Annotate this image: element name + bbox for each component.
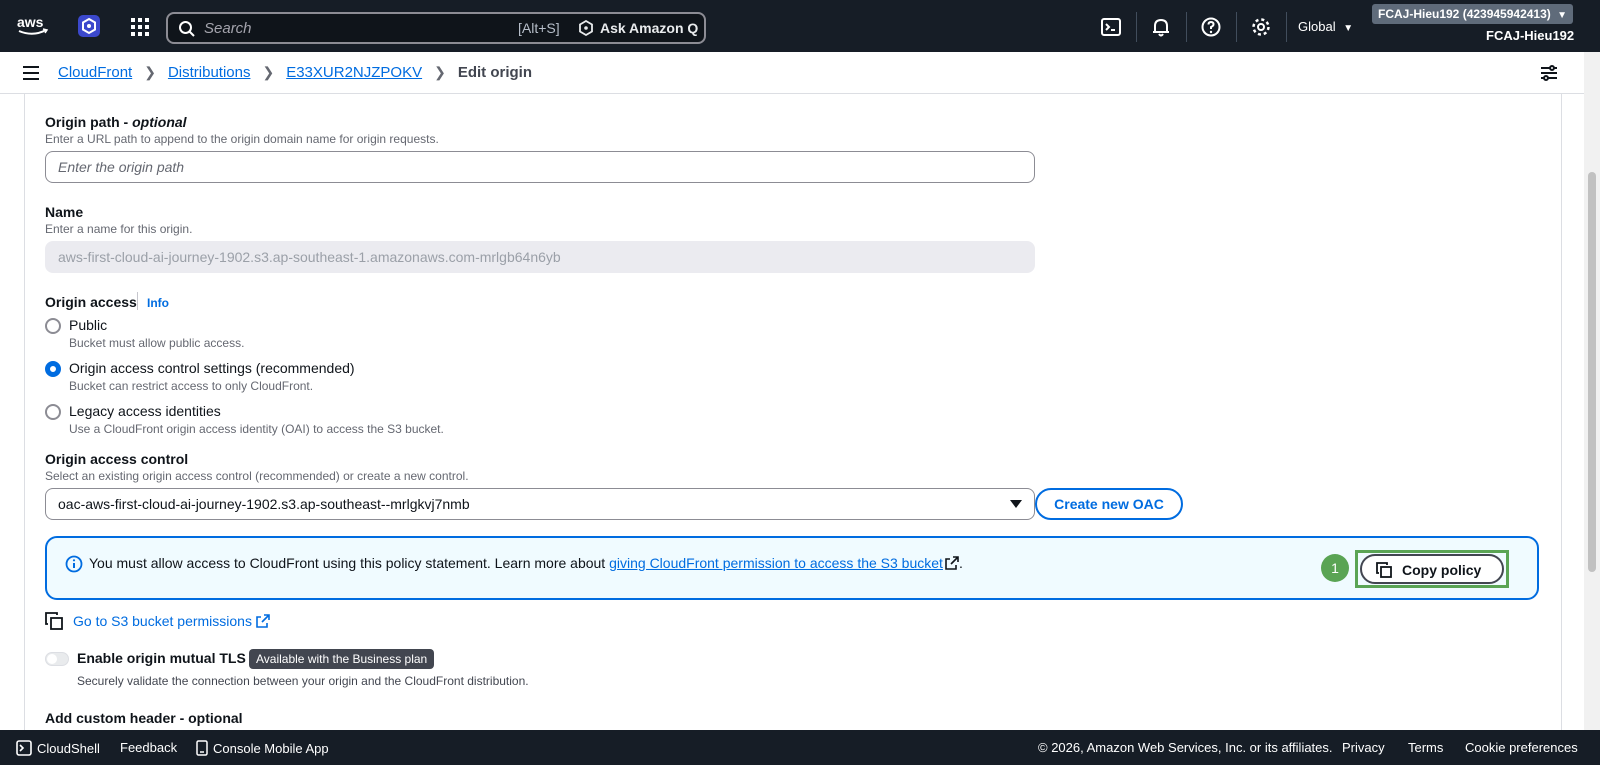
- go-to-s3-permissions-link[interactable]: Go to S3 bucket permissions: [45, 612, 270, 630]
- tools-panel-toggle-icon[interactable]: [1540, 64, 1558, 82]
- search-shortcut: [Alt+S]: [518, 20, 560, 36]
- policy-alert-text: You must allow access to CloudFront usin…: [89, 555, 610, 571]
- caret-down-icon: ▼: [1557, 10, 1568, 21]
- custom-header-label: Add custom header - optional: [45, 710, 243, 726]
- chevron-right-icon: ❯: [262, 64, 275, 80]
- services-grid-icon[interactable]: [130, 17, 150, 37]
- search-input[interactable]: Search [Alt+S] Ask Amazon Q: [166, 12, 706, 44]
- region-selector[interactable]: Global ▼: [1298, 19, 1353, 34]
- cloudshell-icon[interactable]: [1100, 16, 1122, 38]
- external-link-icon: [256, 614, 270, 628]
- breadcrumb-distributions[interactable]: Distributions: [168, 64, 251, 81]
- notifications-bell-icon[interactable]: [1150, 16, 1172, 38]
- radio-origin-access-control-label: Origin access control settings (recommen…: [69, 360, 355, 376]
- region-label: Global: [1298, 19, 1336, 34]
- radio-legacy-access-identities-description: Use a CloudFront origin access identity …: [69, 422, 444, 436]
- origin-mtls-toggle[interactable]: [45, 652, 69, 666]
- cloudshell-icon: [16, 740, 32, 756]
- create-new-oac-button[interactable]: Create new OAC: [1035, 488, 1183, 520]
- amazon-q-logo-icon[interactable]: [78, 15, 100, 37]
- divider: [1286, 12, 1287, 42]
- copy-icon: [1376, 562, 1392, 578]
- breadcrumb-current: Edit origin: [457, 64, 532, 81]
- search-placeholder: Search: [204, 20, 252, 37]
- svg-text:aws: aws: [17, 14, 44, 30]
- breadcrumb: CloudFront ❯ Distributions ❯ E33XUR2NJZP…: [58, 64, 532, 81]
- chevron-right-icon: ❯: [434, 64, 446, 80]
- divider: [1136, 12, 1137, 42]
- origin-access-control-value: oac-aws-first-cloud-ai-journey-1902.s3.a…: [58, 496, 470, 512]
- ask-amazon-q-label: Ask Amazon Q: [600, 20, 699, 36]
- divider: [137, 292, 138, 310]
- origin-path-description: Enter a URL path to append to the origin…: [45, 132, 439, 146]
- amazon-q-icon: [579, 20, 593, 36]
- ask-amazon-q-button[interactable]: Ask Amazon Q: [578, 20, 698, 36]
- origin-path-label: Origin path - optional: [45, 114, 187, 130]
- menu-icon[interactable]: [22, 65, 40, 81]
- caret-down-icon: ▼: [1343, 23, 1354, 34]
- origin-access-control-select[interactable]: oac-aws-first-cloud-ai-journey-1902.s3.a…: [45, 488, 1035, 520]
- cloudfront-permission-link[interactable]: giving CloudFront permission to access t…: [609, 555, 943, 571]
- external-link-icon: [945, 556, 959, 570]
- divider: [1236, 12, 1237, 42]
- help-icon[interactable]: [1200, 16, 1222, 38]
- top-navigation: aws Search [Alt+S] Ask Amazon Q Global ▼…: [0, 0, 1600, 52]
- breadcrumb-cloudfront[interactable]: CloudFront: [58, 64, 132, 81]
- footer: CloudShell Feedback Console Mobile App ©…: [0, 730, 1600, 765]
- account-user-name: FCAJ-Hieu192: [1486, 28, 1575, 43]
- name-input: aws-first-cloud-ai-journey-1902.s3.ap-so…: [45, 241, 1035, 273]
- radio-public-description: Bucket must allow public access.: [69, 336, 245, 350]
- copy-policy-button[interactable]: Copy policy: [1360, 554, 1504, 584]
- origin-mtls-label: Enable origin mutual TLS: [77, 650, 246, 666]
- copy-policy-label: Copy policy: [1402, 562, 1482, 578]
- breadcrumb-bar: CloudFront ❯ Distributions ❯ E33XUR2NJZP…: [0, 52, 1584, 94]
- chevron-right-icon: ❯: [144, 64, 156, 80]
- origin-path-input[interactable]: Enter the origin path: [45, 151, 1035, 183]
- origin-mtls-description: Securely validate the connection between…: [77, 674, 529, 688]
- origin-access-label: Origin access: [45, 294, 137, 310]
- origin-access-control-label: Origin access control: [45, 451, 189, 467]
- name-label: Name: [45, 204, 84, 220]
- breadcrumb-distribution-id[interactable]: E33XUR2NJZPOKV: [286, 64, 422, 81]
- origin-access-control-description: Select an existing origin access control…: [45, 469, 469, 483]
- copy-icon: [45, 612, 63, 630]
- aws-logo[interactable]: aws: [16, 14, 50, 38]
- policy-info-alert: You must allow access to CloudFront usin…: [45, 536, 1539, 600]
- step-number-badge: 1: [1321, 554, 1349, 582]
- info-icon: [65, 555, 83, 573]
- footer-mobile-app[interactable]: Console Mobile App: [196, 740, 329, 756]
- go-to-s3-permissions-label: Go to S3 bucket permissions: [73, 613, 252, 629]
- edit-origin-form: Origin path - optional Enter a URL path …: [24, 94, 1562, 730]
- radio-public[interactable]: [45, 318, 61, 334]
- policy-alert-message: You must allow access to CloudFront usin…: [89, 555, 963, 571]
- account-menu[interactable]: FCAJ-Hieu192 (423945942413) ▼: [1372, 4, 1574, 24]
- footer-copyright: © 2026, Amazon Web Services, Inc. or its…: [1038, 740, 1333, 755]
- mobile-phone-icon: [196, 740, 208, 756]
- business-plan-badge: Available with the Business plan: [249, 649, 435, 669]
- footer-terms-link[interactable]: Terms: [1408, 740, 1443, 755]
- footer-feedback[interactable]: Feedback: [120, 740, 177, 755]
- policy-alert-period: .: [958, 555, 963, 571]
- account-id-label: FCAJ-Hieu192 (423945942413): [1378, 7, 1551, 21]
- radio-legacy-access-identities-label: Legacy access identities: [69, 403, 221, 419]
- footer-cloudshell[interactable]: CloudShell: [16, 740, 100, 756]
- origin-access-info-link[interactable]: Info: [147, 296, 169, 310]
- settings-gear-icon[interactable]: [1250, 16, 1272, 38]
- search-icon: [179, 21, 195, 37]
- radio-origin-access-control[interactable]: [45, 361, 61, 377]
- radio-public-label: Public: [69, 317, 108, 333]
- footer-cloudshell-label: CloudShell: [37, 741, 100, 756]
- footer-cookie-preferences-link[interactable]: Cookie preferences: [1465, 740, 1578, 755]
- divider: [1186, 12, 1187, 42]
- scrollbar-thumb[interactable]: [1588, 172, 1596, 572]
- footer-privacy-link[interactable]: Privacy: [1342, 740, 1385, 755]
- footer-mobile-app-label: Console Mobile App: [213, 741, 329, 756]
- name-description: Enter a name for this origin.: [45, 222, 193, 236]
- caret-down-icon: [1010, 500, 1022, 508]
- radio-legacy-access-identities[interactable]: [45, 404, 61, 420]
- radio-origin-access-control-description: Bucket can restrict access to only Cloud…: [69, 379, 314, 393]
